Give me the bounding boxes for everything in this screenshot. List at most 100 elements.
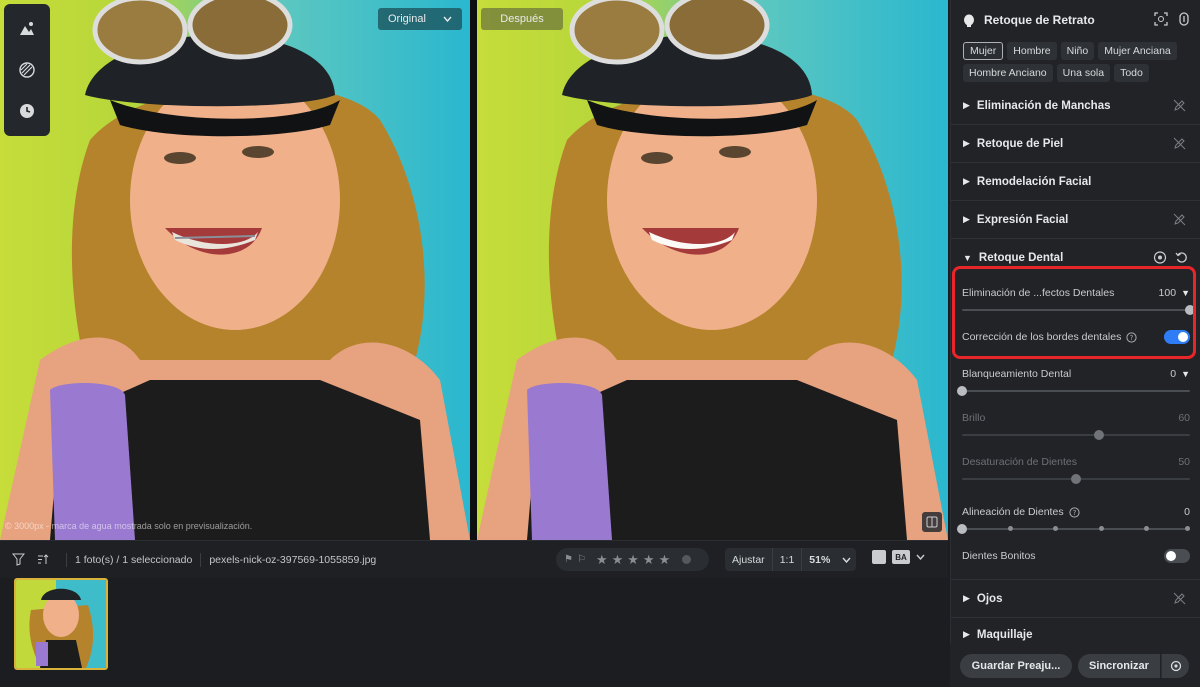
help-icon[interactable]: ? <box>1068 506 1080 518</box>
whitening-slider-track[interactable] <box>957 386 1190 396</box>
chevron-down-icon[interactable] <box>916 554 925 560</box>
desaturation-slider-thumb[interactable] <box>1071 474 1081 484</box>
star-icon[interactable]: ★ <box>612 553 624 566</box>
tag-child[interactable]: Niño <box>1060 42 1095 60</box>
original-label: Original <box>388 13 426 25</box>
face-icon <box>964 14 974 27</box>
eye-icon[interactable] <box>1153 251 1167 264</box>
section-title: Maquillaje <box>976 629 1033 641</box>
step-mark <box>1144 526 1150 531</box>
tag-elderly-man[interactable]: Hombre Anciano <box>963 64 1053 82</box>
alignment-control: Alineación de Dientes ? 0 <box>957 506 1191 534</box>
sync-settings-icon[interactable] <box>1161 653 1189 678</box>
flag-icon[interactable]: ⚑ <box>564 554 573 565</box>
filmstrip-toolbar: 1 foto(s) / 1 seleccionado pexels-nick-o… <box>0 540 948 578</box>
section-title: Eliminación de Manchas <box>976 99 1111 112</box>
chevron-down-icon <box>842 557 851 563</box>
zoom-controls: Ajustar 1:1 51% <box>725 548 856 571</box>
color-label-dot-icon[interactable] <box>682 555 692 564</box>
panel-title: Retoque de Retrato <box>984 13 1095 27</box>
portrait-tool-icon[interactable] <box>12 14 42 44</box>
reject-flag-icon[interactable]: ⚐ <box>577 554 586 565</box>
section-title: Ojos <box>976 592 1003 605</box>
step-mark <box>1053 526 1059 531</box>
filter-icon[interactable] <box>10 552 26 568</box>
pretty-teeth-toggle[interactable] <box>1164 549 1190 563</box>
before-after-view-button[interactable]: BA <box>892 550 910 564</box>
control-value[interactable]: 0 <box>1184 506 1190 518</box>
control-label: Blanqueamiento Dental <box>962 368 1072 380</box>
view-mode-buttons: BA <box>872 550 925 564</box>
desaturation-control: Desaturación de Dientes 50 <box>962 456 1190 484</box>
edit-disabled-icon[interactable] <box>1173 99 1186 112</box>
after-photo[interactable]: Después <box>477 0 948 540</box>
tag-all[interactable]: Todo <box>1114 64 1149 82</box>
section-makeup[interactable]: ▶ Maquillaje <box>951 618 1200 644</box>
star-icon[interactable]: ★ <box>643 553 655 566</box>
dropdown-arrow-icon[interactable]: ▼ <box>1181 369 1190 379</box>
reset-icon[interactable] <box>1175 251 1188 264</box>
fit-button[interactable]: Ajustar <box>725 548 773 571</box>
link-toggle-icon[interactable] <box>1178 12 1190 26</box>
split-view-icon[interactable] <box>922 512 942 532</box>
section-facial-expression[interactable]: ▶ Expresión Facial <box>951 201 1200 239</box>
chevron-down-icon <box>443 13 452 25</box>
star-icon[interactable]: ★ <box>596 553 608 566</box>
tag-woman[interactable]: Mujer <box>963 42 1004 60</box>
section-eyes[interactable]: ▶ Ojos <box>951 580 1200 618</box>
one-to-one-button[interactable]: 1:1 <box>773 548 803 571</box>
edit-disabled-icon[interactable] <box>1173 213 1186 226</box>
save-preset-button[interactable]: Guardar Preaju... <box>960 653 1072 678</box>
section-face-reshape[interactable]: ▶ Remodelación Facial <box>951 163 1200 201</box>
section-skin-retouch[interactable]: ▶ Retoque de Piel <box>951 125 1200 163</box>
compare-divider[interactable] <box>470 0 477 540</box>
tag-single[interactable]: Una sola <box>1056 64 1111 82</box>
image-viewer: Original © 3000px - marca de agua mostra… <box>0 0 948 540</box>
control-value[interactable]: 50 <box>1178 456 1190 468</box>
face-detect-icon[interactable] <box>1154 12 1168 26</box>
alignment-slider-thumb[interactable] <box>957 524 967 534</box>
expand-arrow-icon: ▶ <box>963 593 970 603</box>
brightness-control: Brillo 60 <box>962 412 1190 440</box>
edit-disabled-icon[interactable] <box>1173 592 1186 605</box>
zoom-value: 51% <box>809 553 831 566</box>
control-value[interactable]: 60 <box>1178 412 1190 424</box>
filmstrip <box>0 578 948 687</box>
step-mark <box>1007 526 1013 531</box>
highlight-box <box>952 266 1196 359</box>
step-mark <box>1098 526 1104 531</box>
pretty-teeth-control: Dientes Bonitos <box>962 549 1190 563</box>
texture-tool-icon[interactable] <box>12 55 42 85</box>
control-label: Dientes Bonitos <box>962 550 1036 562</box>
zoom-select[interactable]: 51% <box>802 548 858 571</box>
photo-thumbnail[interactable] <box>14 578 108 670</box>
control-value[interactable]: 0 <box>1170 368 1176 380</box>
toolbar-separator <box>200 552 202 567</box>
edit-disabled-icon[interactable] <box>1173 137 1186 150</box>
tag-man[interactable]: Hombre <box>1007 42 1057 60</box>
whitening-slider-thumb[interactable] <box>957 386 967 396</box>
sync-button[interactable]: Sincronizar <box>1078 653 1160 678</box>
expand-arrow-icon: ▶ <box>963 629 970 639</box>
panel-header: Retoque de Retrato <box>951 0 1200 40</box>
original-view-selector[interactable]: Original <box>378 8 462 30</box>
star-icon[interactable]: ★ <box>659 553 671 566</box>
history-clock-icon[interactable] <box>12 96 42 126</box>
single-view-icon[interactable] <box>872 550 886 564</box>
sort-icon[interactable] <box>34 552 50 568</box>
star-icon[interactable]: ★ <box>627 553 639 566</box>
section-spot-removal[interactable]: ▶ Eliminación de Manchas <box>951 87 1200 125</box>
rating-bar: ⚑ ⚐ ★ ★ ★ ★ ★ <box>556 548 709 571</box>
brightness-slider-thumb[interactable] <box>1093 430 1104 440</box>
original-photo[interactable]: Original © 3000px - marca de agua mostra… <box>0 0 470 540</box>
desaturation-slider-track[interactable] <box>962 474 1190 484</box>
section-title: Retoque Dental <box>978 252 1064 264</box>
alignment-slider-track[interactable] <box>957 524 1191 534</box>
tool-rail <box>4 4 50 136</box>
section-title: Expresión Facial <box>976 213 1069 226</box>
expand-arrow-icon: ▶ <box>963 100 970 110</box>
tag-elderly-woman[interactable]: Mujer Anciana <box>1098 42 1177 60</box>
control-label: Alineación de Dientes <box>962 506 1064 518</box>
expand-arrow-icon: ▶ <box>963 214 970 224</box>
brightness-slider-track[interactable] <box>962 430 1190 440</box>
